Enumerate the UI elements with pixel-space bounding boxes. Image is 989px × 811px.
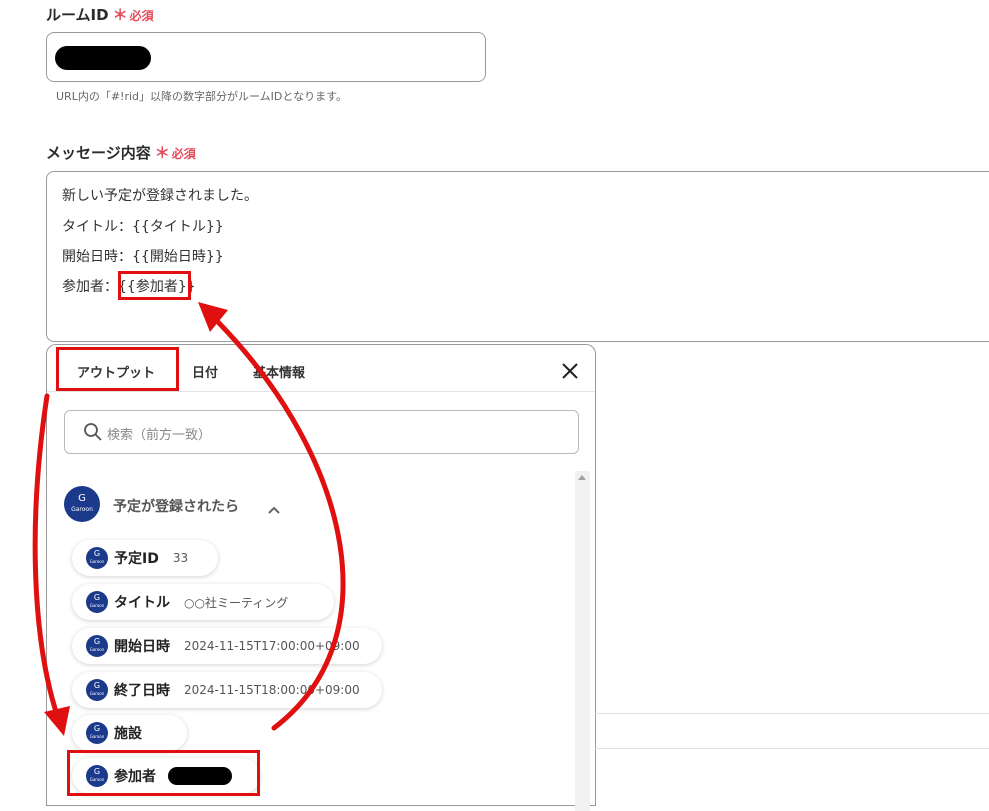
annotation-arrows (32, 302, 346, 736)
